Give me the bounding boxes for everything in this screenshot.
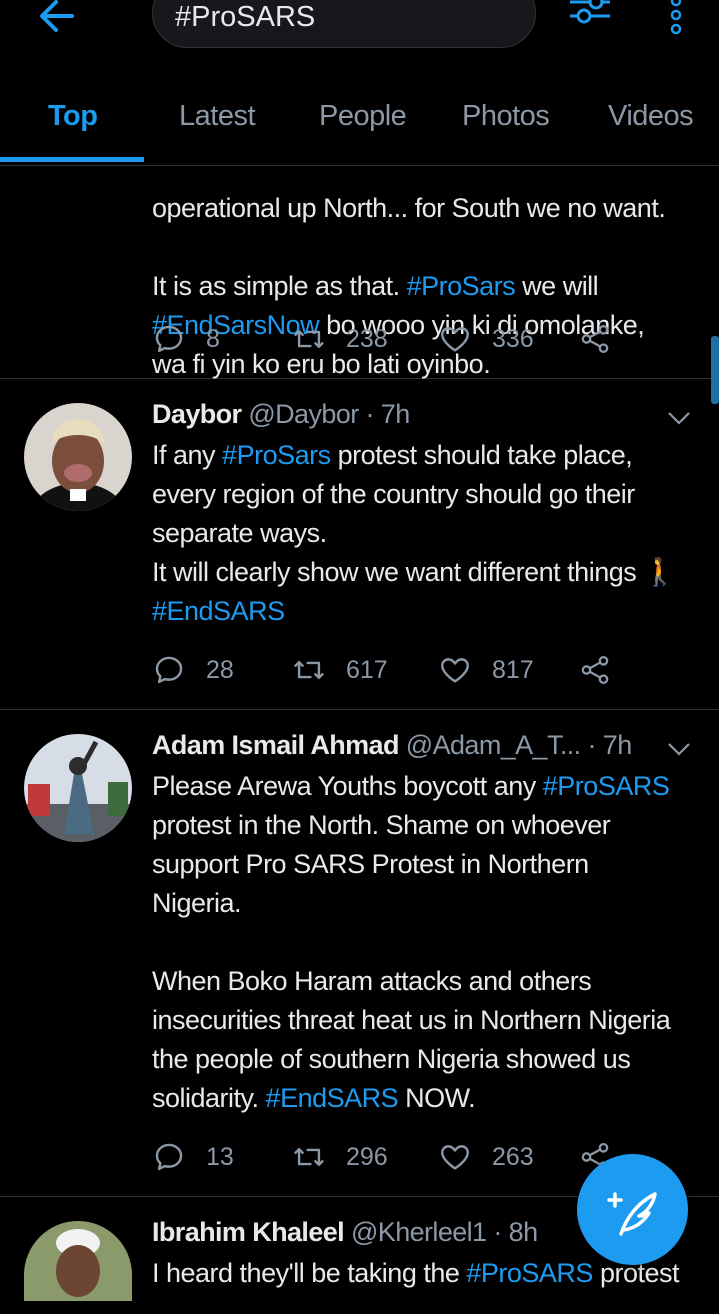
like-button[interactable]: 336 — [438, 319, 534, 359]
share-icon — [581, 655, 609, 685]
chevron-down-icon[interactable] — [666, 740, 692, 758]
avatar-image — [24, 734, 132, 842]
username[interactable]: @Kherleel1 — [351, 1217, 487, 1247]
active-tab-indicator — [0, 157, 144, 162]
heart-icon — [441, 658, 469, 683]
tweet-feed[interactable]: operational up North... for South we no … — [0, 0, 719, 1314]
tweet-text-segment: we will — [522, 271, 599, 301]
retweet-count: 238 — [346, 324, 388, 353]
tab-videos[interactable]: Videos — [608, 100, 694, 133]
reply-button[interactable]: 13 — [152, 1137, 234, 1177]
display-name[interactable]: Ibrahim Khaleel — [152, 1217, 345, 1247]
avatar[interactable] — [24, 734, 132, 842]
tweet-text-segment: It is as simple as that. — [152, 271, 407, 301]
chevron-down-icon[interactable] — [666, 409, 692, 427]
top-bar: #ProSARS Top Latest People Photos Videos — [0, 0, 719, 166]
retweet-button[interactable]: 296 — [292, 1137, 388, 1177]
retweet-count: 296 — [346, 1142, 388, 1171]
avatar[interactable] — [24, 1221, 132, 1301]
tab-top[interactable]: Top — [48, 100, 98, 133]
speech-bubble-icon — [155, 656, 183, 684]
tweet-actions: 28 617 817 — [152, 650, 632, 690]
heart-icon — [441, 327, 469, 352]
tab-photos[interactable]: Photos — [462, 100, 550, 133]
speech-bubble-icon — [155, 1143, 183, 1171]
search-input[interactable]: #ProSARS — [152, 0, 536, 48]
speech-bubble-icon — [155, 325, 183, 353]
tweet-text-segment: If any — [152, 440, 223, 470]
retweet-button[interactable]: 617 — [292, 650, 388, 690]
tweet-header: Daybor @Daybor · 7h — [152, 399, 410, 430]
like-button[interactable]: 263 — [438, 1137, 534, 1177]
username[interactable]: @Adam_A_T... — [406, 730, 581, 760]
like-count: 336 — [492, 324, 534, 353]
tweet-text-segment: I heard they'll be taking the — [152, 1258, 467, 1288]
tweet-text-segment: Please Arewa Youths boycott any — [152, 771, 543, 801]
tweet-text-cutoff-line: operational up North... for South we no … — [152, 193, 666, 223]
reply-count: 28 — [206, 655, 234, 684]
retweet-count: 617 — [346, 655, 388, 684]
tab-bar: Top Latest People Photos Videos — [0, 95, 719, 165]
heart-icon — [441, 1145, 469, 1170]
hashtag-link[interactable]: #ProSARS — [466, 1258, 593, 1288]
compose-button[interactable] — [577, 1154, 688, 1265]
hashtag-link[interactable]: #EndSARS — [266, 1083, 399, 1113]
tweet-text-segment: protest in the North. Shame on whoever s… — [152, 810, 671, 1113]
display-name[interactable]: Adam Ismail Ahmad — [152, 730, 399, 760]
avatar[interactable] — [24, 403, 132, 511]
tweet[interactable]: Daybor @Daybor · 7h If any #ProSars prot… — [0, 379, 719, 710]
hashtag-link[interactable]: #ProSARS — [543, 771, 670, 801]
share-icon — [581, 324, 609, 354]
share-button[interactable] — [578, 319, 612, 359]
timestamp: · 7h — [365, 399, 411, 429]
more-vertical-icon[interactable] — [664, 0, 688, 36]
retweet-icon — [294, 1148, 324, 1166]
sliders-icon[interactable] — [566, 0, 614, 36]
display-name[interactable]: Daybor — [152, 399, 242, 429]
reply-button[interactable]: 8 — [152, 319, 220, 359]
tweet-header: Adam Ismail Ahmad @Adam_A_T... · 7h — [152, 730, 632, 761]
tweet-actions: 8 238 336 — [152, 319, 632, 359]
tweet-header: Ibrahim Khaleel @Kherleel1 · 8h — [152, 1217, 538, 1248]
tweet-text-segment: NOW. — [398, 1083, 476, 1113]
avatar-image — [24, 1221, 132, 1301]
retweet-icon — [294, 661, 324, 679]
like-count: 263 — [492, 1142, 534, 1171]
hashtag-link[interactable]: #ProSars — [222, 440, 331, 470]
like-button[interactable]: 817 — [438, 650, 534, 690]
retweet-icon — [294, 330, 324, 348]
search-query: #ProSARS — [175, 1, 316, 33]
tweet-text: If any #ProSars protest should take plac… — [152, 436, 712, 631]
hashtag-link[interactable]: #EndSARS — [152, 596, 285, 626]
avatar-image — [24, 403, 132, 511]
tab-people[interactable]: People — [319, 100, 407, 133]
hashtag-link[interactable]: #ProSars — [407, 271, 516, 301]
arrow-left-icon[interactable] — [34, 0, 82, 42]
tab-latest[interactable]: Latest — [179, 100, 256, 133]
compose-feather-icon — [607, 1192, 657, 1236]
tweet-text: Please Arewa Youths boycott any #ProSARS… — [152, 767, 712, 1118]
timestamp: · 7h — [587, 730, 632, 760]
like-count: 817 — [492, 655, 534, 684]
username[interactable]: @Daybor — [248, 399, 359, 429]
reply-count: 13 — [206, 1142, 234, 1171]
tweet[interactable]: Adam Ismail Ahmad @Adam_A_T... · 7h Plea… — [0, 710, 719, 1197]
reply-count: 8 — [206, 324, 220, 353]
tweet-actions: 13 296 263 — [152, 1137, 632, 1177]
share-button[interactable] — [578, 650, 612, 690]
timestamp: · 8h — [493, 1217, 538, 1247]
retweet-button[interactable]: 238 — [292, 319, 388, 359]
scrollbar[interactable] — [711, 336, 719, 404]
reply-button[interactable]: 28 — [152, 650, 234, 690]
